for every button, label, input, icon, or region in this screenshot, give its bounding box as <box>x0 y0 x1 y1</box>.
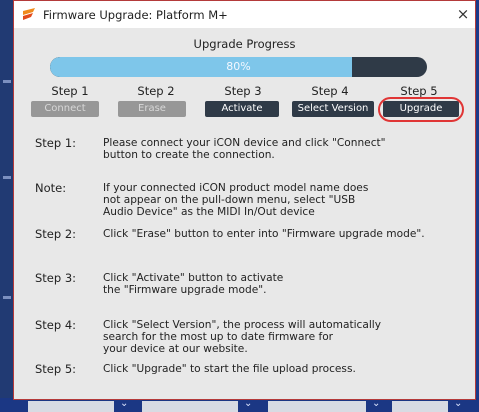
upgrade-highlight-annotation <box>378 97 464 122</box>
firmware-upgrade-dialog: Firmware Upgrade: Platform M+ × Upgrade … <box>13 0 476 400</box>
instruction-text: Click "Select Version", the process will… <box>103 319 463 355</box>
step-label: Step 2 <box>137 84 175 98</box>
title-bar[interactable]: Firmware Upgrade: Platform M+ × <box>14 1 475 28</box>
instruction-text: Please connect your iCON device and clic… <box>103 137 463 161</box>
step-label: Step 4 <box>311 84 349 98</box>
activate-button[interactable]: Activate <box>205 101 279 117</box>
instruction-label: Step 5: <box>35 362 77 376</box>
instruction-line: Click "Upgrade" to start the file upload… <box>103 363 356 375</box>
instruction-label: Step 3: <box>35 271 77 285</box>
instruction-label: Step 2: <box>35 227 77 241</box>
close-icon[interactable]: × <box>452 4 474 24</box>
instruction-line: search for the most up to date firmware … <box>103 331 334 343</box>
progress-percent: 80% <box>226 60 251 73</box>
background-tab <box>142 401 238 412</box>
instruction-label: Step 4: <box>35 318 77 332</box>
instruction-line: If your connected iCON product model nam… <box>103 182 369 194</box>
instruction-text: Click "Erase" button to enter into "Firm… <box>103 228 463 240</box>
instruction-label: Note: <box>35 181 67 195</box>
window-title: Firmware Upgrade: Platform M+ <box>43 8 228 22</box>
instruction-text: Click "Upgrade" to start the file upload… <box>103 363 463 375</box>
select-version-button[interactable]: Select Version <box>292 101 374 117</box>
connect-button[interactable]: Connect <box>31 101 99 117</box>
instruction-line: not appear on the pull-down menu, select… <box>103 194 356 206</box>
instruction-line: Click "Erase" button to enter into "Firm… <box>103 228 425 240</box>
dialog-content: Upgrade Progress 80% Step 1 Step 2 Step … <box>14 28 475 399</box>
background-mark <box>3 176 11 179</box>
erase-button[interactable]: Erase <box>118 101 186 117</box>
background-tab <box>268 401 366 412</box>
instruction-line: Please connect your iCON device and clic… <box>103 137 386 149</box>
app-icon <box>23 8 35 20</box>
instruction-line: button to create the connection. <box>103 149 275 161</box>
background-mark <box>3 296 11 299</box>
background-taskbar: ⌄ ⌄ ⌄ ⌄ <box>0 398 479 412</box>
instruction-text: Click "Activate" button to activate the … <box>103 272 463 296</box>
instruction-label: Step 1: <box>35 136 77 150</box>
progress-title: Upgrade Progress <box>193 37 296 51</box>
instruction-line: Click "Activate" button to activate <box>103 272 284 284</box>
instruction-line: your device at our website. <box>103 343 248 355</box>
step-label: Step 3 <box>224 84 262 98</box>
step-label: Step 1 <box>51 84 89 98</box>
instruction-line: Click "Select Version", the process will… <box>103 319 382 331</box>
background-mark <box>3 80 11 83</box>
progress-bar: 80% <box>50 57 427 77</box>
background-tab <box>392 401 448 412</box>
background-tab <box>28 401 114 412</box>
instruction-text: If your connected iCON product model nam… <box>103 182 463 218</box>
instruction-line: the "Firmware upgrade mode". <box>103 284 267 296</box>
step-label: Step 5 <box>400 84 438 98</box>
instruction-line: Audio Device" as the MIDI In/Out device <box>103 206 315 218</box>
background-window-strip <box>0 0 14 412</box>
